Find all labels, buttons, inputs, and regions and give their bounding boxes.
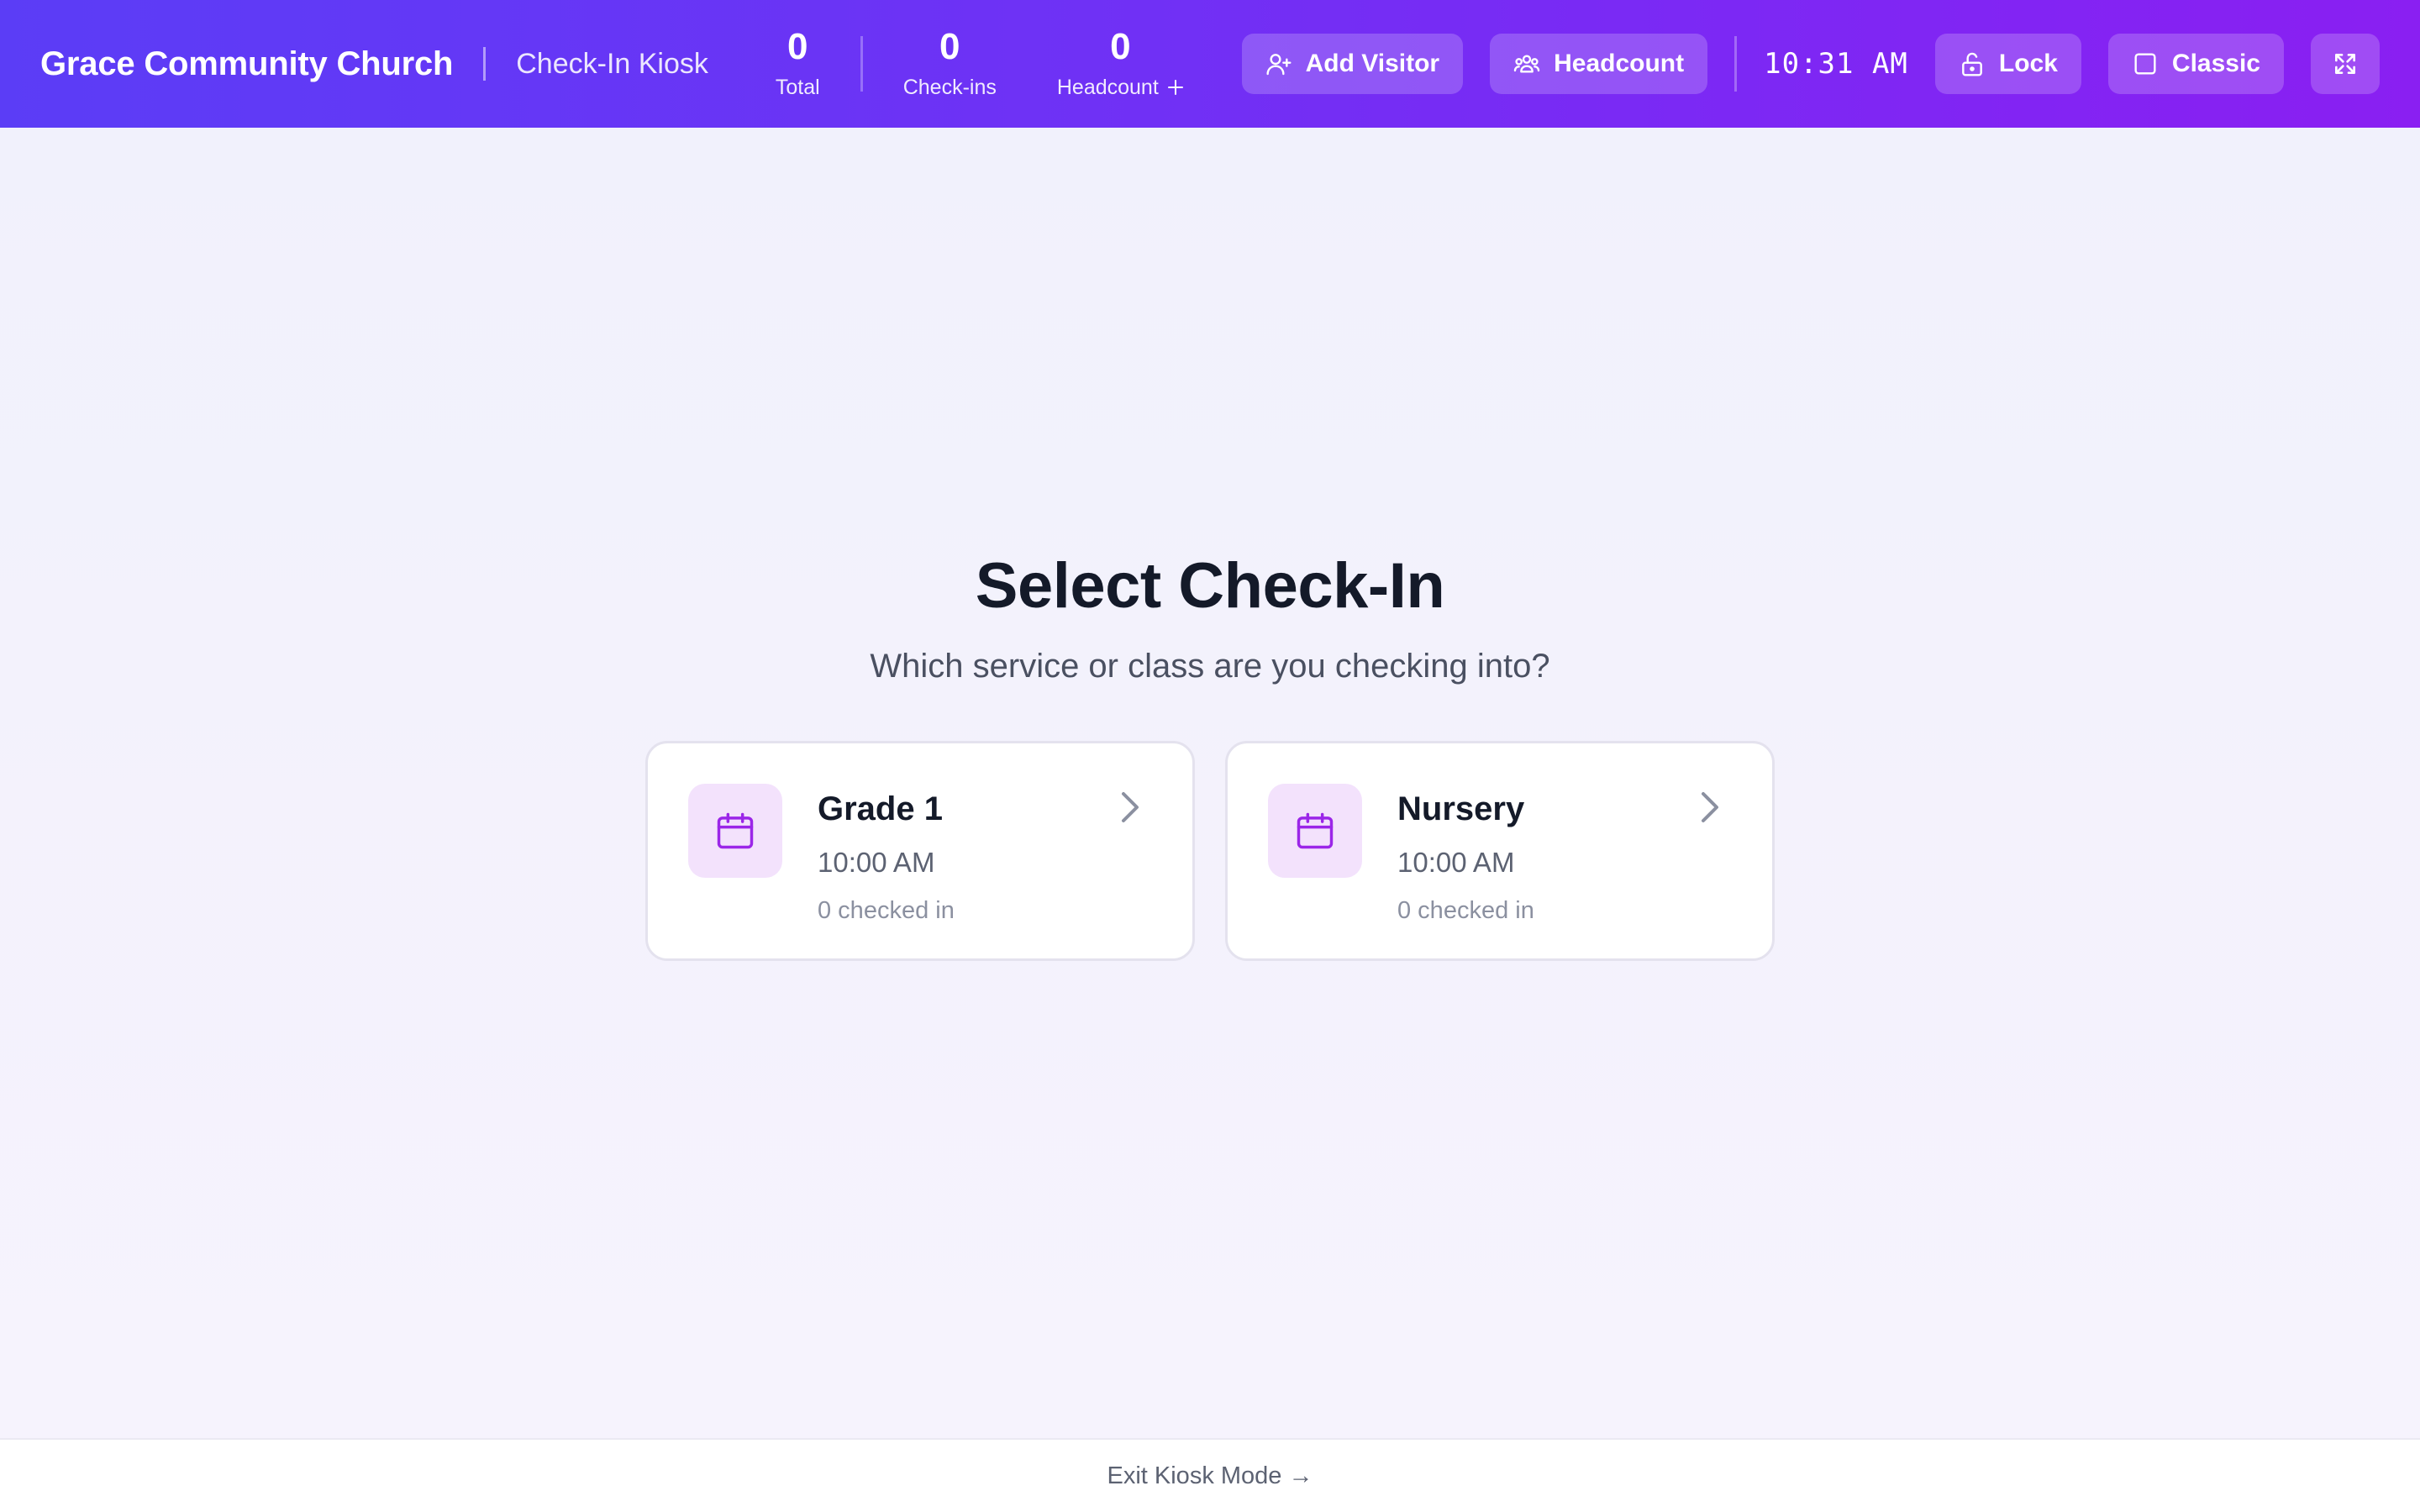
kiosk-subtitle: Check-In Kiosk [516,47,708,80]
headcount-button[interactable]: Headcount [1490,34,1708,94]
header-divider [1734,36,1738,92]
card-title: Grade 1 [818,790,943,827]
unlock-icon [1959,50,1986,77]
clock: 10:31 AM [1764,47,1908,81]
stats-divider [860,36,863,92]
stat-headcount[interactable]: 0 Headcount [1057,25,1184,100]
add-visitor-button[interactable]: Add Visitor [1241,34,1464,94]
add-visitor-label: Add Visitor [1305,50,1440,77]
footer-bar: Exit Kiosk Mode → [0,1438,2420,1512]
square-icon [2132,50,2159,77]
card-checked-in-count: 0 checked in [818,897,955,924]
checkin-options: Grade 1 10:00 AM 0 checked in Nursery 10… [645,741,1775,961]
brand-divider [483,47,487,81]
card-body: Nursery 10:00 AM 0 checked in [1397,784,1534,924]
card-time: 10:00 AM [1397,847,1515,878]
users-icon [1513,50,1540,77]
stat-checkins-value: 0 [939,25,960,67]
calendar-icon [1268,784,1362,878]
card-checked-in-count: 0 checked in [1397,897,1534,924]
main-content: Select Check-In Which service or class a… [0,128,2420,1438]
exit-kiosk-link[interactable]: Exit Kiosk Mode → [1107,1462,1313,1490]
checkin-card-nursery[interactable]: Nursery 10:00 AM 0 checked in [1225,741,1775,961]
stat-checkins: 0 Check-ins [902,25,997,100]
church-name: Grace Community Church [40,45,454,82]
page-subtitle: Which service or class are you checking … [870,648,1550,685]
stat-headcount-label-row: Headcount [1057,76,1184,100]
page-title: Select Check-In [975,550,1445,622]
headcount-label: Headcount [1554,50,1685,77]
chevron-right-icon [1702,792,1718,822]
stat-total: 0 Total [775,25,820,100]
classic-label: Classic [2171,50,2260,77]
lock-label: Lock [1998,50,2058,77]
card-time: 10:00 AM [818,847,935,878]
stat-headcount-value: 0 [1110,25,1131,67]
user-plus-icon [1265,50,1292,77]
lock-button[interactable]: Lock [1934,34,2081,94]
stats-group: 0 Total 0 Check-ins 0 Headcount [775,25,1184,100]
checkin-card-grade-1[interactable]: Grade 1 10:00 AM 0 checked in [645,741,1195,961]
calendar-icon [688,784,782,878]
fullscreen-button[interactable] [2311,34,2380,94]
plus-icon[interactable] [1167,79,1184,96]
card-body: Grade 1 10:00 AM 0 checked in [818,784,955,924]
kiosk-app: Grace Community Church Check-In Kiosk 0 … [0,0,2420,1512]
classic-button[interactable]: Classic [2107,34,2284,94]
stat-total-value: 0 [787,25,808,67]
stat-headcount-label: Headcount [1056,75,1159,99]
card-title: Nursery [1397,790,1525,827]
stat-total-label: Total [775,75,820,99]
stat-checkins-label: Check-ins [902,75,997,99]
chevron-right-icon [1122,792,1139,822]
top-bar: Grace Community Church Check-In Kiosk 0 … [0,0,2420,128]
fullscreen-icon [2332,50,2359,77]
